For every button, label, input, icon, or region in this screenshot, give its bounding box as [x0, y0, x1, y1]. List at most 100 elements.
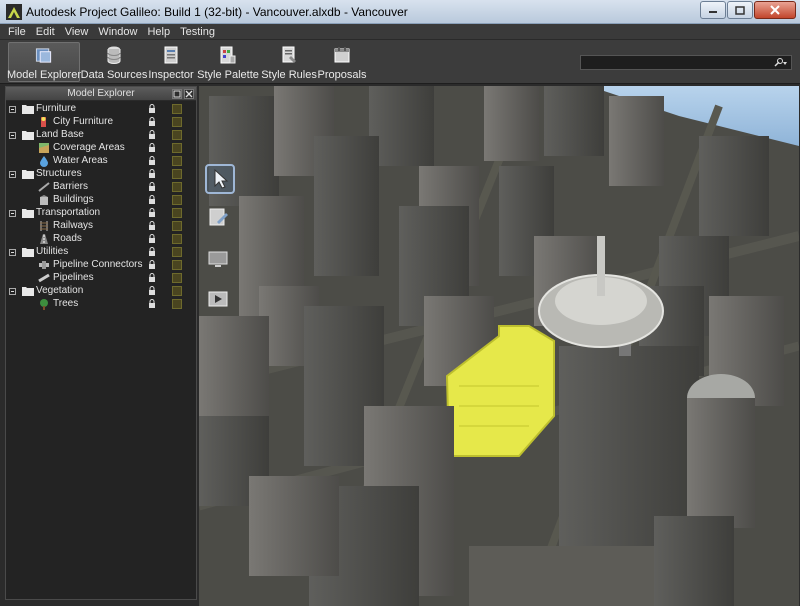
tree-folder-row[interactable]: Furniture	[6, 103, 196, 116]
collapse-icon[interactable]	[9, 288, 16, 295]
style-palette-button[interactable]: Style Palette	[197, 42, 259, 82]
lock-icon[interactable]	[148, 234, 156, 244]
proposals-button[interactable]: Proposals	[318, 42, 366, 82]
tree-layer-row[interactable]: Buildings	[6, 194, 196, 207]
visibility-toggle[interactable]	[172, 104, 182, 114]
tree-layer-label: Roads	[53, 233, 82, 244]
visibility-toggle[interactable]	[172, 299, 182, 309]
tree-folder-row[interactable]: Vegetation	[6, 285, 196, 298]
search-input[interactable]	[580, 55, 792, 70]
visibility-toggle[interactable]	[172, 156, 182, 166]
visibility-toggle[interactable]	[172, 130, 182, 140]
lock-icon[interactable]	[148, 208, 156, 218]
tree-layer-row[interactable]: Trees	[6, 298, 196, 311]
tree-layer-label: Coverage Areas	[53, 142, 125, 153]
tree-layer-label: Trees	[53, 298, 79, 309]
tree-layer-row[interactable]: City Furniture	[6, 116, 196, 129]
menu-window[interactable]: Window	[98, 26, 137, 38]
menu-help[interactable]: Help	[147, 26, 170, 38]
visibility-toggle[interactable]	[172, 234, 182, 244]
tree-folder-row[interactable]: Structures	[6, 168, 196, 181]
lock-icon[interactable]	[148, 182, 156, 192]
maximize-button[interactable]	[727, 1, 753, 19]
menu-edit[interactable]: Edit	[36, 26, 55, 38]
collapse-icon[interactable]	[9, 249, 16, 256]
display-tool-button[interactable]	[205, 246, 235, 276]
lock-icon[interactable]	[148, 299, 156, 309]
panel-title: Model Explorer	[67, 88, 135, 99]
visibility-toggle[interactable]	[172, 169, 182, 179]
tree-folder-row[interactable]: Transportation	[6, 207, 196, 220]
select-tool-button[interactable]	[205, 164, 235, 194]
tree-folder-label: Structures	[36, 168, 82, 179]
lock-icon[interactable]	[148, 143, 156, 153]
railway-icon	[40, 221, 48, 231]
visibility-toggle[interactable]	[172, 117, 182, 127]
style-rules-button[interactable]: Style Rules	[261, 42, 317, 82]
window-title: Autodesk Project Galileo: Build 1 (32-bi…	[26, 5, 408, 19]
minimize-button[interactable]	[700, 1, 726, 19]
collapse-icon[interactable]	[9, 106, 16, 113]
tree-layer-label: City Furniture	[53, 116, 114, 127]
tree-folder-row[interactable]: Land Base	[6, 129, 196, 142]
water-drop-icon	[40, 156, 48, 167]
lock-icon[interactable]	[148, 156, 156, 166]
folder-icon	[22, 170, 34, 179]
city-3d-scene[interactable]	[199, 86, 799, 606]
collapse-icon[interactable]	[9, 171, 16, 178]
visibility-toggle[interactable]	[172, 195, 182, 205]
lock-icon[interactable]	[148, 221, 156, 231]
visibility-toggle[interactable]	[172, 182, 182, 192]
menu-bar: File Edit View Window Help Testing	[0, 24, 800, 40]
tree-icon	[40, 299, 48, 310]
animation-tool-button[interactable]	[205, 286, 235, 316]
close-icon	[185, 90, 193, 98]
search-dropdown-icon[interactable]	[774, 57, 788, 69]
lock-icon[interactable]	[148, 104, 156, 114]
panel-float-button[interactable]	[172, 89, 182, 99]
lock-icon[interactable]	[148, 273, 156, 283]
tree-layer-row[interactable]: Pipelines	[6, 272, 196, 285]
select-cursor-icon	[214, 168, 229, 189]
visibility-toggle[interactable]	[172, 208, 182, 218]
lock-icon[interactable]	[148, 169, 156, 179]
maximize-icon	[735, 5, 745, 15]
visibility-toggle[interactable]	[172, 260, 182, 270]
menu-view[interactable]: View	[65, 26, 89, 38]
visibility-toggle[interactable]	[172, 273, 182, 283]
lock-icon[interactable]	[148, 286, 156, 296]
menu-testing[interactable]: Testing	[180, 26, 215, 38]
lock-icon[interactable]	[148, 195, 156, 205]
data-sources-label: Data Sources	[80, 69, 148, 81]
lock-icon[interactable]	[148, 260, 156, 270]
model-explorer-panel: Model Explorer Furniture City Furniture La…	[5, 86, 197, 600]
database-icon	[107, 46, 121, 64]
collapse-icon[interactable]	[9, 132, 16, 139]
map-3d-viewport[interactable]	[199, 86, 799, 606]
tree-layer-row[interactable]: Water Areas	[6, 155, 196, 168]
tree-layer-row[interactable]: Pipeline Connectors	[6, 259, 196, 272]
tree-layer-row[interactable]: Railways	[6, 220, 196, 233]
tree-layer-label: Railways	[53, 220, 94, 231]
tree-layer-row[interactable]: Coverage Areas	[6, 142, 196, 155]
visibility-toggle[interactable]	[172, 221, 182, 231]
model-explorer-button[interactable]: Model Explorer	[7, 42, 81, 82]
tree-folder-row[interactable]: Utilities	[6, 246, 196, 259]
coverage-areas-icon	[39, 143, 49, 153]
sketch-tool-button[interactable]	[205, 204, 235, 234]
visibility-toggle[interactable]	[172, 143, 182, 153]
lock-icon[interactable]	[148, 130, 156, 140]
lock-icon[interactable]	[148, 117, 156, 127]
collapse-icon[interactable]	[9, 210, 16, 217]
data-sources-button[interactable]: Data Sources	[81, 42, 147, 82]
inspector-button[interactable]: Inspector	[148, 42, 194, 82]
menu-file[interactable]: File	[8, 26, 26, 38]
visibility-toggle[interactable]	[172, 286, 182, 296]
inspector-icon	[164, 46, 178, 64]
panel-close-button[interactable]	[184, 89, 194, 99]
tree-layer-row[interactable]: Barriers	[6, 181, 196, 194]
visibility-toggle[interactable]	[172, 247, 182, 257]
lock-icon[interactable]	[148, 247, 156, 257]
close-button[interactable]	[754, 1, 796, 19]
tree-layer-row[interactable]: Roads	[6, 233, 196, 246]
